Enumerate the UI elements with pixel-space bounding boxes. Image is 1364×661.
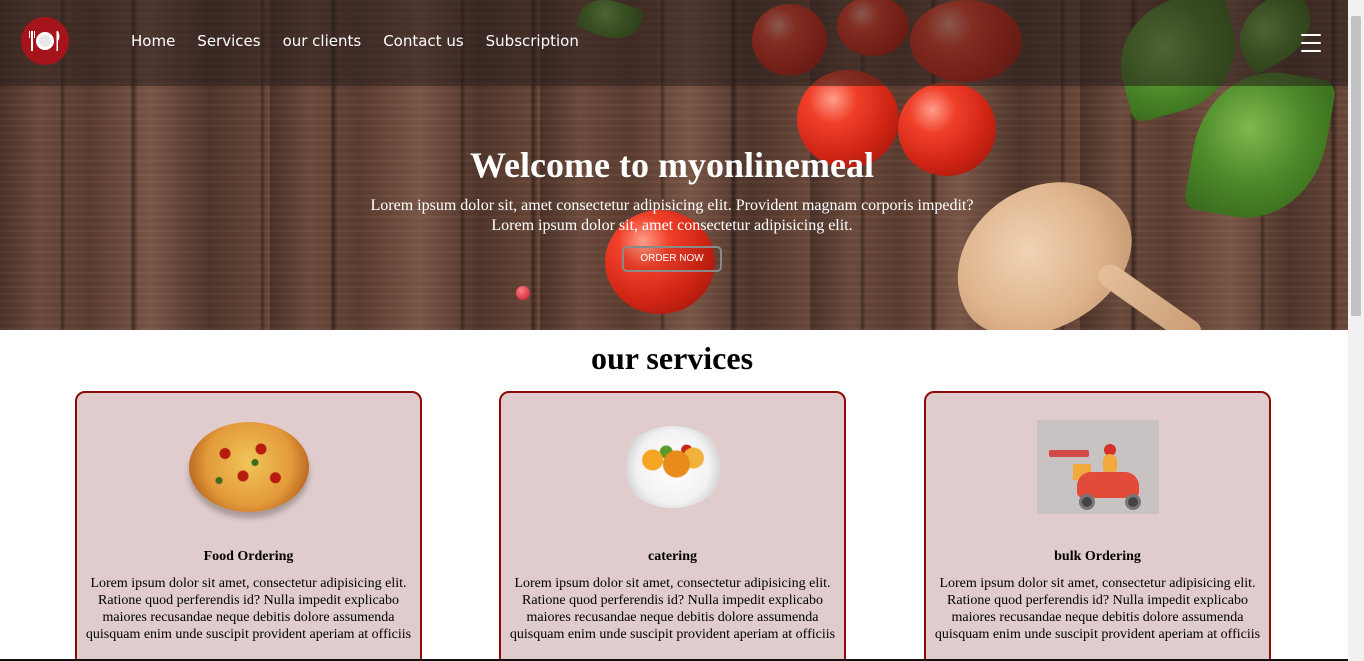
- page-scrollbar[interactable]: [1348, 0, 1364, 661]
- service-card-bulk-ordering: bulk Ordering Lorem ipsum dolor sit amet…: [924, 391, 1271, 661]
- nav-contact-link[interactable]: Contact us: [383, 32, 463, 50]
- hamburger-menu-icon[interactable]: [1301, 34, 1321, 52]
- service-card-title: catering: [648, 549, 697, 564]
- nav-home-link[interactable]: Home: [131, 32, 175, 50]
- pizza-image: [187, 418, 311, 516]
- hero-content: Welcome to myonlinemeal Lorem ipsum dolo…: [0, 143, 1344, 272]
- nav-links: Home Services our clients Contact us Sub…: [131, 32, 601, 50]
- berry-decoration: [516, 286, 530, 300]
- service-card-catering: catering Lorem ipsum dolor sit amet, con…: [499, 391, 846, 661]
- order-now-button[interactable]: ORDER NOW: [622, 246, 722, 272]
- hero-title: Welcome to myonlinemeal: [470, 145, 874, 185]
- service-card-title: Food Ordering: [203, 549, 294, 564]
- plate-fork-knife-icon: [29, 31, 60, 51]
- nav-subscription-link[interactable]: Subscription: [486, 32, 579, 50]
- service-card-text: Lorem ipsum dolor sit amet, consectetur …: [509, 576, 836, 642]
- hero-subtitle-line2: Lorem ipsum dolor sit, amet consectetur …: [491, 217, 853, 234]
- hero-subtitle-line1: Lorem ipsum dolor sit, amet consectetur …: [370, 197, 974, 214]
- service-card-food-ordering: Food Ordering Lorem ipsum dolor sit amet…: [75, 391, 422, 661]
- site-logo[interactable]: [21, 17, 69, 65]
- service-card-text: Lorem ipsum dolor sit amet, consectetur …: [85, 576, 412, 642]
- service-card-title: bulk Ordering: [1054, 549, 1141, 564]
- nav-services-link[interactable]: Services: [197, 32, 260, 50]
- hero-subtitle: Lorem ipsum dolor sit, amet consectetur …: [0, 196, 1344, 236]
- services-heading: our services: [590, 340, 754, 376]
- service-card-text: Lorem ipsum dolor sit amet, consectetur …: [934, 576, 1261, 642]
- catering-plate-image: [611, 418, 735, 516]
- scrollbar-thumb[interactable]: [1351, 16, 1361, 316]
- delivery-scooter-image: [1036, 418, 1160, 516]
- top-navbar: Home Services our clients Contact us Sub…: [0, 0, 1348, 86]
- nav-our-clients-link[interactable]: our clients: [283, 32, 362, 50]
